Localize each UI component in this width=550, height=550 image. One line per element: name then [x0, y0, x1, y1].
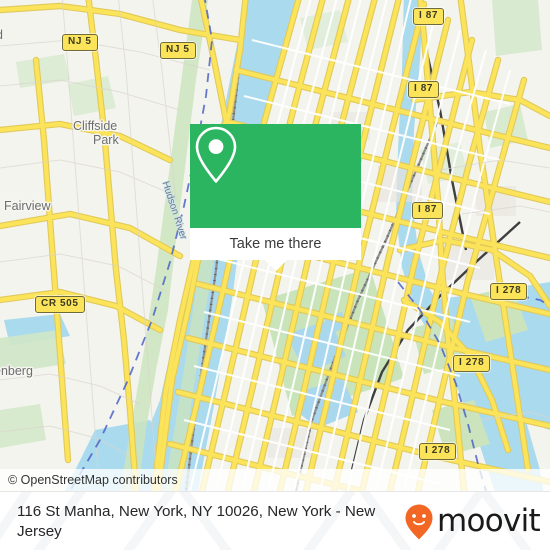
place-label: Fairview	[4, 199, 51, 213]
highway-shield[interactable]: I 87	[413, 8, 445, 25]
highway-shield[interactable]: NJ 5	[160, 42, 196, 59]
place-label: d	[0, 28, 3, 42]
footer-bar: 116 St Manha, New York, NY 10026, New Yo…	[0, 491, 550, 550]
address-text: 116 St Manha, New York, NY 10026, New Yo…	[17, 502, 376, 540]
highway-shield[interactable]: CR 505	[35, 296, 85, 313]
highway-shield[interactable]: I 278	[453, 355, 491, 372]
highway-shield[interactable]: I 278	[419, 443, 457, 460]
highway-shield[interactable]: I 87	[412, 202, 444, 219]
highway-shield[interactable]: I 278	[490, 283, 528, 300]
popup-header	[190, 124, 361, 228]
moovit-wordmark: moovit	[436, 503, 541, 539]
popup-action-label: Take me there	[229, 236, 322, 252]
place-label: Cliffside	[73, 119, 118, 133]
moovit-logo[interactable]: moovit	[404, 503, 541, 541]
highway-shield[interactable]: I 87	[408, 81, 440, 98]
map-attribution[interactable]: © OpenStreetMap contributors	[0, 469, 550, 491]
highway-shield[interactable]: NJ 5	[62, 34, 98, 51]
place-label: enberg	[0, 364, 33, 378]
popup-action-button[interactable]: Take me there	[190, 228, 361, 260]
popup-tail	[264, 260, 287, 271]
moovit-map-screen: d Cliffside Park Fairview enberg Hudson …	[0, 0, 550, 550]
place-label: Park	[93, 133, 119, 147]
map-canvas[interactable]: d Cliffside Park Fairview enberg Hudson …	[0, 0, 550, 491]
map-popup-card[interactable]: Take me there	[190, 124, 361, 271]
map-pin-icon	[195, 126, 237, 183]
moovit-smiley-pin-icon	[405, 504, 433, 539]
